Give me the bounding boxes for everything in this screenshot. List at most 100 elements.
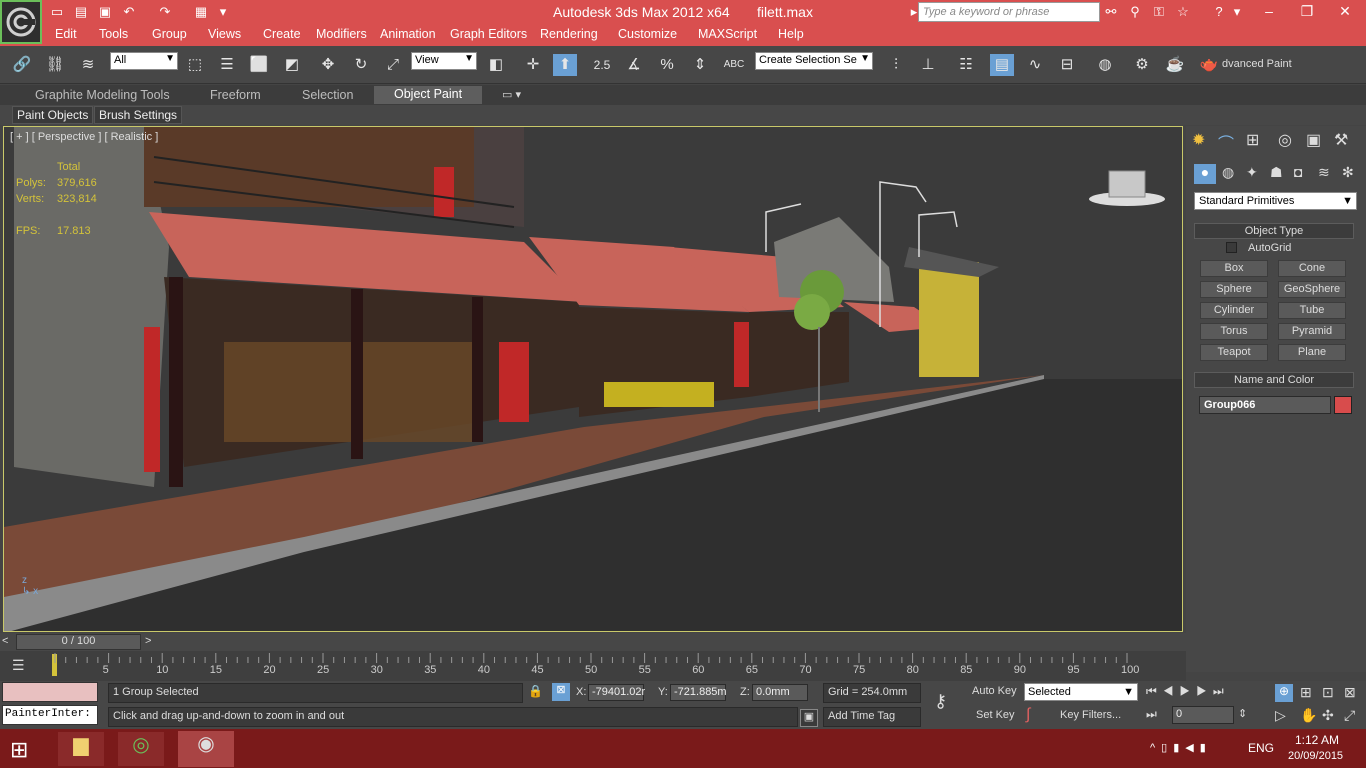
auto-key-button[interactable]: Auto Key [972,685,1017,697]
minimize-button[interactable]: – [1250,0,1288,22]
category-dropdown[interactable]: Standard Primitives ▼ [1194,192,1357,210]
layer-manager-icon[interactable]: ☷ [954,54,978,76]
selection-filter-dropdown[interactable]: All ▼ [110,52,178,70]
time-tag-icon[interactable]: ▣ [800,709,818,727]
select-and-scale-icon[interactable]: ⤢ [381,54,405,76]
absolute-mode-icon[interactable]: ⊠ [552,683,570,701]
angle-snap-icon[interactable]: ∡ [622,54,646,76]
unlink-selection-icon[interactable]: ⛓ [43,54,67,76]
tab-selection[interactable]: Selection [302,88,353,102]
select-and-manipulate-icon[interactable]: ✛ [521,54,545,76]
menu-rendering[interactable]: Rendering [540,27,598,41]
key-mode-toggle-icon[interactable]: ⏭ [1146,707,1157,722]
helpers-icon[interactable]: ◘ [1294,164,1302,180]
maxscript-mini-listener[interactable]: PainterInter: [2,705,98,725]
favorites-star-icon[interactable]: ☆ [1174,3,1192,21]
menu-maxscript[interactable]: MAXScript [698,27,757,41]
pivot-center-icon[interactable]: ◧ [484,54,508,76]
display-tab-icon[interactable]: ▣ [1306,130,1321,150]
time-slider[interactable]: < 0 / 100 > [0,633,1186,651]
ribbon-minimize-icon[interactable]: ▭ ▾ [502,88,521,101]
select-object-icon[interactable]: ⬚ [183,54,207,76]
system-tray-icons[interactable]: ^▯▮◀▮ [1150,741,1212,754]
menu-customize[interactable]: Customize [618,27,677,41]
pyramid-button[interactable]: Pyramid [1278,323,1346,340]
align-icon[interactable]: ⊥ [916,54,940,76]
window-crossing-icon[interactable]: ◩ [280,54,304,76]
clock-date[interactable]: 20/09/2015 [1288,750,1343,762]
current-frame-input[interactable]: 0 [1172,706,1234,724]
brush-settings-button[interactable]: Brush Settings [94,106,183,124]
shapes-icon[interactable]: ◍ [1222,164,1234,181]
time-slider-thumb[interactable]: 0 / 100 [16,634,141,650]
create-tab-icon[interactable]: ✹ [1192,130,1205,150]
perspective-viewport[interactable]: [ + ] [ Perspective ] [ Realistic ] Tota… [3,126,1183,632]
object-type-rollout-header[interactable]: Object Type [1194,223,1354,239]
tab-graphite-modeling-tools[interactable]: Graphite Modeling Tools [35,88,170,102]
communication-center-icon[interactable]: ⚲ [1126,3,1144,21]
clock-time[interactable]: 1:12 AM [1295,733,1339,747]
snap-toggle-icon[interactable]: 2.5 [590,54,614,76]
select-and-move-icon[interactable]: ✥ [316,54,340,76]
menu-graph-editors[interactable]: Graph Editors [450,27,527,41]
rectangular-selection-icon[interactable]: ⬜ [247,54,271,76]
z-coordinate-input[interactable]: 0.0mm [752,684,808,701]
application-button[interactable] [0,0,42,44]
tab-object-paint[interactable]: Object Paint [374,86,483,104]
keyboard-shortcut-override-icon[interactable]: ⬆ [553,54,577,76]
tab-freeform[interactable]: Freeform [210,88,261,102]
tube-button[interactable]: Tube [1278,302,1346,319]
file-explorer-icon[interactable]: ▆ [58,732,104,766]
select-by-name-icon[interactable]: ☰ [215,54,239,76]
named-selection-sets-dropdown[interactable]: Create Selection Se ▼ [755,52,873,70]
selection-lock-icon[interactable]: 🔒 [528,684,543,698]
lights-icon[interactable]: ✦ [1246,164,1258,181]
restore-button[interactable]: ❐ [1288,0,1326,22]
maxscript-mini-listener-pink[interactable] [2,682,98,702]
search-input[interactable]: Type a keyword or phrase [918,2,1100,22]
rendered-frame-window-icon[interactable]: ☕ [1163,54,1187,76]
y-coordinate-input[interactable]: -721.885m [670,684,727,701]
viewport-label[interactable]: [ + ] [ Perspective ] [ Realistic ] [10,131,158,143]
percent-snap-icon[interactable]: % [655,54,679,76]
render-production-icon[interactable]: 🫖 [1197,54,1221,76]
x-coordinate-input[interactable]: -79401.02r [588,684,645,701]
object-name-field[interactable]: Group066 [1199,396,1331,414]
menu-create[interactable]: Create [263,27,301,41]
orbit-icon[interactable]: ✣ [1322,707,1334,724]
name-and-color-rollout-header[interactable]: Name and Color [1194,372,1354,388]
zoom-all-icon[interactable]: ⊞ [1300,684,1312,701]
motion-tab-icon[interactable]: ◎ [1278,130,1292,150]
paint-objects-button[interactable]: Paint Objects [12,106,94,124]
field-of-view-icon[interactable]: ▷ [1275,707,1286,724]
mirror-icon[interactable]: ⫶ [884,54,908,76]
time-slider-prev-icon[interactable]: < [2,635,8,647]
language-indicator[interactable]: ENG [1248,741,1274,755]
sphere-button[interactable]: Sphere [1200,281,1268,298]
render-setup-icon[interactable]: ⚙ [1130,54,1154,76]
maximize-viewport-icon[interactable]: ⤢ [1344,707,1355,724]
help-icon[interactable]: ? [1210,3,1228,21]
schematic-view-icon[interactable]: ⊟ [1055,54,1079,76]
3ds-max-taskbar-icon[interactable]: ◉ [178,731,234,767]
box-button[interactable]: Box [1200,260,1268,277]
systems-icon[interactable]: ✻ [1342,164,1354,181]
time-slider-next-icon[interactable]: > [145,635,151,647]
zoom-extents-all-icon[interactable]: ⊠ [1344,684,1356,701]
select-and-link-icon[interactable]: 🔗 [10,54,34,76]
geometry-icon[interactable]: ● [1194,164,1216,184]
hierarchy-tab-icon[interactable]: ⊞ [1246,130,1259,150]
curve-editor-icon[interactable]: ∿ [1023,54,1047,76]
edit-named-selection-icon[interactable]: ABC [722,54,746,76]
autogrid-checkbox[interactable] [1226,242,1237,253]
set-key-mode-icon[interactable]: ⚷ [934,691,947,712]
zoom-extents-icon[interactable]: ⊡ [1322,684,1334,701]
close-button[interactable]: ✕ [1326,0,1364,22]
geosphere-button[interactable]: GeoSphere [1278,281,1346,298]
render-preset-label[interactable]: dvanced Paint [1222,58,1292,70]
set-key-button[interactable]: Set Key [976,709,1015,721]
menu-group[interactable]: Group [152,27,187,41]
utilities-tab-icon[interactable]: ⚒ [1334,130,1348,150]
cylinder-button[interactable]: Cylinder [1200,302,1268,319]
plane-button[interactable]: Plane [1278,344,1346,361]
